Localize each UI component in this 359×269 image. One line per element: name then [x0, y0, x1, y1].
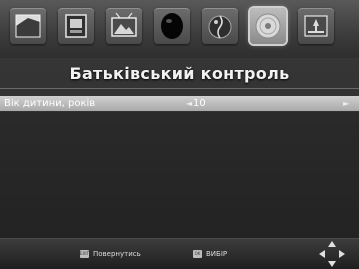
menu-tile-channel-manager[interactable] [58, 8, 94, 44]
select-label: ВИБІР [206, 250, 228, 258]
navigation-arrows-icon [319, 241, 345, 267]
select-button[interactable]: OK ВИБІР [193, 249, 227, 259]
footer-bar: EXIT Повернутись OK ВИБІР [0, 238, 359, 269]
system-setup-icon [304, 15, 328, 37]
search-icon [161, 13, 183, 39]
back-button[interactable]: EXIT Повернутись [80, 249, 141, 259]
setting-row-child-age[interactable]: Вік дитини, років ◄ 10 ► [0, 96, 359, 111]
main-menu-bar [0, 0, 359, 58]
channel-manager-icon [65, 14, 87, 38]
exit-key-icon: EXIT [80, 250, 89, 258]
ok-key-icon: OK [193, 250, 202, 258]
back-label: Повернутись [93, 250, 141, 258]
menu-tile-search[interactable] [154, 8, 190, 44]
setting-value: 10 [193, 98, 206, 109]
page-title: Батьківський контроль [69, 64, 290, 83]
screen: Батьківський контроль Вік дитини, років … [0, 0, 359, 269]
options-disc-icon [255, 13, 281, 39]
time-icon [208, 15, 232, 39]
menu-tile-installation[interactable] [10, 8, 46, 44]
setting-label: Вік дитини, років [4, 98, 96, 109]
title-divider [0, 88, 359, 89]
menu-tile-time[interactable] [202, 8, 238, 44]
menu-tile-system[interactable] [298, 8, 334, 44]
picture-settings-icon [111, 12, 137, 37]
installation-icon [15, 14, 41, 38]
increase-arrow-icon[interactable]: ► [343, 96, 349, 111]
menu-tile-picture[interactable] [106, 8, 142, 44]
menu-tile-options[interactable] [250, 8, 286, 44]
empty-content-area [0, 112, 359, 238]
decrease-arrow-icon[interactable]: ◄ [186, 96, 192, 111]
